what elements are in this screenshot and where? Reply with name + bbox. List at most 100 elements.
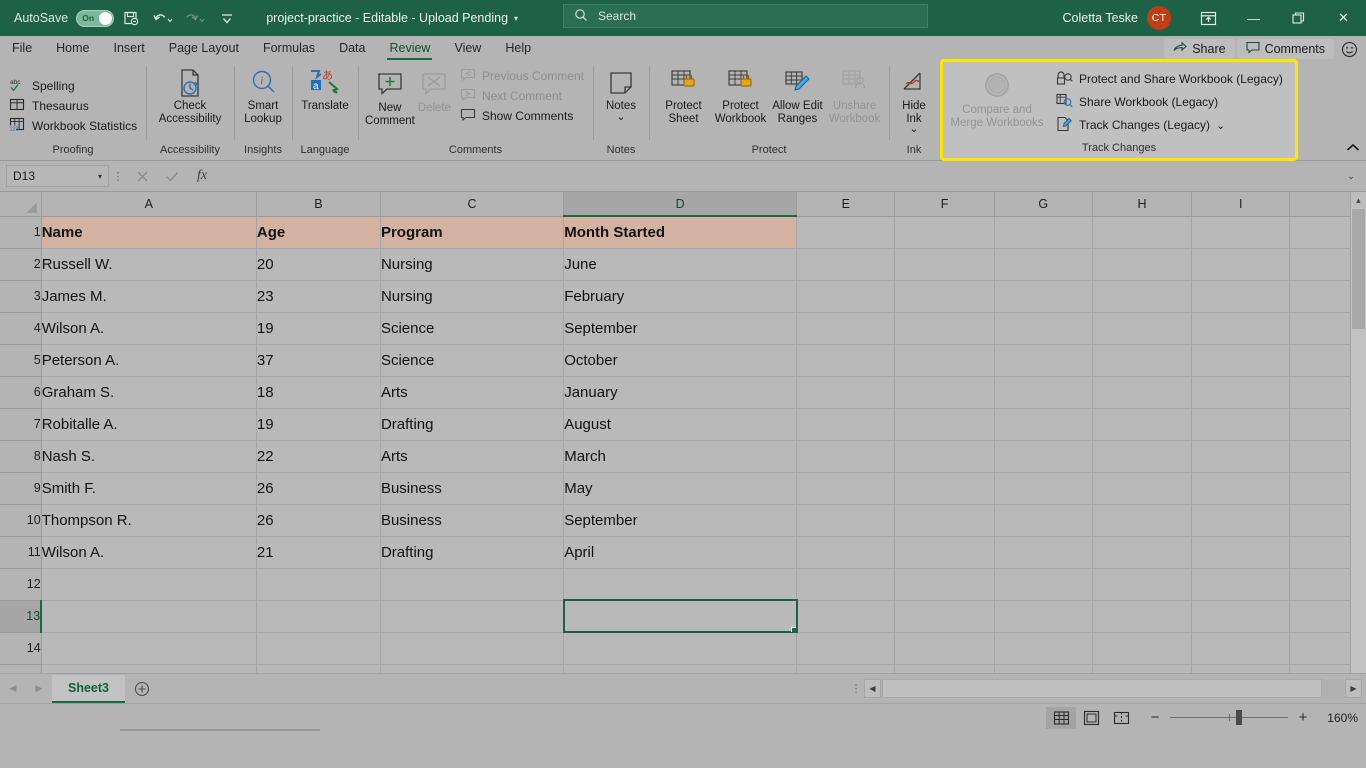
row-header-5[interactable]: 5: [0, 344, 42, 377]
vertical-scroll-thumb[interactable]: [1352, 209, 1365, 329]
cell-H2[interactable]: [1092, 248, 1193, 281]
row-header-8[interactable]: 8: [0, 440, 42, 473]
cell-C2[interactable]: Nursing: [380, 248, 565, 281]
select-all-corner[interactable]: [0, 192, 42, 217]
zoom-out-button[interactable]: −: [1148, 709, 1162, 726]
cell-C12[interactable]: [380, 568, 565, 601]
cell-I13[interactable]: [1191, 600, 1291, 633]
cell-C15[interactable]: [380, 664, 565, 673]
tab-home[interactable]: Home: [44, 36, 101, 60]
tab-insert[interactable]: Insert: [102, 36, 157, 60]
cell-D13[interactable]: [562, 599, 798, 633]
cell-D4[interactable]: September: [563, 312, 798, 345]
tab-file[interactable]: File: [0, 36, 44, 60]
cell-G1[interactable]: [994, 216, 1093, 249]
zoom-slider-thumb[interactable]: [1236, 710, 1243, 725]
cell-A4[interactable]: Wilson A.: [41, 312, 257, 345]
cell-F3[interactable]: [894, 280, 995, 313]
cell-C10[interactable]: Business: [380, 504, 565, 537]
normal-view-icon[interactable]: [1046, 706, 1076, 729]
cell-F6[interactable]: [894, 376, 995, 409]
cell-I4[interactable]: [1191, 312, 1291, 345]
cell-A10[interactable]: Thompson R.: [41, 504, 257, 537]
cell-B7[interactable]: 19: [256, 408, 381, 441]
avatar[interactable]: CT: [1147, 6, 1171, 30]
spelling-button[interactable]: abc Spelling: [6, 76, 78, 96]
cell-F7[interactable]: [894, 408, 995, 441]
cell-A2[interactable]: Russell W.: [41, 248, 257, 281]
cancel-x-icon[interactable]: [127, 165, 157, 187]
row-header-12[interactable]: 12: [0, 568, 42, 601]
cell-D2[interactable]: June: [563, 248, 798, 281]
chevron-down-icon[interactable]: ⌄: [616, 111, 625, 122]
tab-help[interactable]: Help: [493, 36, 543, 60]
protect-and-share-workbook-button[interactable]: Protect and Share Workbook (Legacy): [1053, 68, 1286, 90]
cell-A9[interactable]: Smith F.: [41, 472, 257, 505]
cell-E4[interactable]: [796, 312, 896, 345]
tab-view[interactable]: View: [442, 36, 493, 60]
cell-B1[interactable]: Age: [256, 216, 381, 249]
page-break-preview-icon[interactable]: [1106, 707, 1136, 729]
comments-button[interactable]: Comments: [1236, 39, 1334, 59]
cell-B8[interactable]: 22: [256, 440, 381, 473]
cell-H8[interactable]: [1092, 440, 1193, 473]
document-title[interactable]: project-practice - Editable - Upload Pen…: [266, 11, 518, 25]
row-header-7[interactable]: 7: [0, 408, 42, 441]
cell-C7[interactable]: Drafting: [380, 408, 565, 441]
row-header-6[interactable]: 6: [0, 376, 42, 409]
cell-E15[interactable]: [796, 664, 896, 673]
row-header-15[interactable]: 15: [0, 664, 42, 673]
cell-E12[interactable]: [796, 568, 896, 601]
scroll-left-icon[interactable]: ◀: [864, 679, 881, 698]
vertical-scrollbar[interactable]: ▲: [1350, 192, 1366, 673]
cell-D1[interactable]: Month Started: [563, 216, 798, 249]
protect-sheet-button[interactable]: Protect Sheet: [655, 64, 712, 127]
zoom-slider[interactable]: [1170, 710, 1288, 725]
cell-H1[interactable]: [1092, 216, 1193, 249]
cell-I8[interactable]: [1191, 440, 1291, 473]
cell-B9[interactable]: 26: [256, 472, 381, 505]
cell-F4[interactable]: [894, 312, 995, 345]
cell-I2[interactable]: [1191, 248, 1291, 281]
cell-B11[interactable]: 21: [256, 536, 381, 569]
row-header-4[interactable]: 4: [0, 312, 42, 345]
protect-workbook-button[interactable]: Protect Workbook: [712, 64, 769, 127]
cell-F12[interactable]: [894, 568, 995, 601]
track-changes-button[interactable]: Track Changes (Legacy) ⌄: [1053, 114, 1286, 136]
column-header-g[interactable]: G: [994, 192, 1093, 217]
sheet-splitter-handle[interactable]: ⋮: [848, 682, 864, 695]
row-header-2[interactable]: 2: [0, 248, 42, 281]
cell-G3[interactable]: [994, 280, 1093, 313]
cell-D14[interactable]: [563, 632, 798, 665]
chevron-down-icon[interactable]: ▾: [98, 172, 102, 181]
cell-G6[interactable]: [994, 376, 1093, 409]
enter-check-icon[interactable]: [157, 165, 187, 187]
cell-F9[interactable]: [894, 472, 995, 505]
cell-G13[interactable]: [994, 600, 1093, 633]
show-comments-button[interactable]: Show Comments: [457, 106, 587, 126]
cell-B10[interactable]: 26: [256, 504, 381, 537]
column-header-e[interactable]: E: [796, 192, 896, 217]
column-header-f[interactable]: F: [894, 192, 995, 217]
expand-formula-bar-icon[interactable]: ⌄: [1342, 171, 1360, 182]
cell-E13[interactable]: [796, 600, 896, 633]
cell-B3[interactable]: 23: [256, 280, 381, 313]
cell-G15[interactable]: [994, 664, 1093, 673]
cell-A6[interactable]: Graham S.: [41, 376, 257, 409]
cell-I14[interactable]: [1191, 632, 1291, 665]
cell-H7[interactable]: [1092, 408, 1193, 441]
cell-I12[interactable]: [1191, 568, 1291, 601]
cell-F14[interactable]: [894, 632, 995, 665]
cell-B4[interactable]: 19: [256, 312, 381, 345]
cell-F1[interactable]: [894, 216, 995, 249]
cell-E1[interactable]: [796, 216, 896, 249]
cell-A15[interactable]: [41, 664, 257, 673]
workbook-statistics-button[interactable]: 123 Workbook Statistics: [6, 116, 140, 136]
cell-G9[interactable]: [994, 472, 1093, 505]
cell-I9[interactable]: [1191, 472, 1291, 505]
cell-A7[interactable]: Robitalle A.: [41, 408, 257, 441]
cell-B2[interactable]: 20: [256, 248, 381, 281]
cell-H9[interactable]: [1092, 472, 1193, 505]
cell-I1[interactable]: [1191, 216, 1291, 249]
translate-button[interactable]: aあ Translate: [298, 64, 352, 115]
